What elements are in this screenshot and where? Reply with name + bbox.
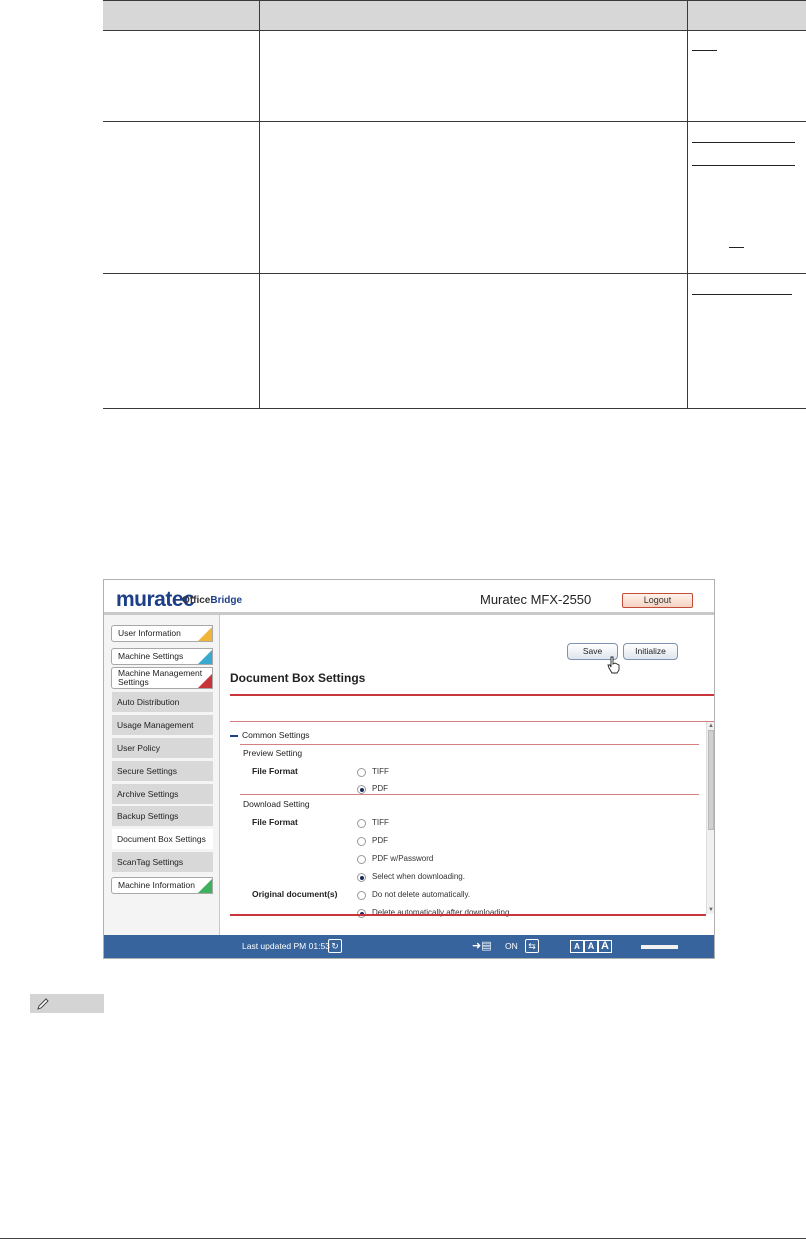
status-bar: Last updated PM 01:53 ↻ ➜▤ ON ⇆ A A A bbox=[104, 935, 714, 958]
tab-label: User Information bbox=[118, 628, 181, 638]
settings-table bbox=[103, 0, 806, 409]
tab-label-line2: Settings bbox=[118, 677, 149, 687]
underline-mark bbox=[729, 247, 744, 248]
section-title: Common Settings bbox=[242, 730, 310, 740]
radio-icon bbox=[357, 891, 366, 900]
radio-icon bbox=[357, 819, 366, 828]
table-rule bbox=[103, 273, 806, 274]
underline-mark bbox=[692, 50, 717, 51]
collapse-icon bbox=[230, 734, 238, 737]
sidebar-item-document-box-settings[interactable]: Document Box Settings bbox=[112, 829, 213, 850]
sidebar-item-user-policy[interactable]: User Policy bbox=[112, 738, 213, 759]
table-column-divider bbox=[259, 0, 260, 409]
underline-mark bbox=[692, 294, 792, 295]
tab-corner-icon bbox=[198, 674, 212, 688]
table-rule bbox=[103, 30, 806, 31]
original-documents-label: Original document(s) bbox=[252, 889, 338, 899]
sidebar-item-usage-management[interactable]: Usage Management bbox=[112, 715, 213, 736]
preview-option-pdf[interactable]: PDF bbox=[357, 784, 388, 794]
tab-machine-information[interactable]: Machine Information bbox=[111, 877, 213, 894]
radio-selected-icon bbox=[357, 873, 366, 882]
table-rule bbox=[103, 0, 806, 1]
radio-icon bbox=[357, 768, 366, 777]
main-content: Save Initialize Document Box Settings Co… bbox=[220, 615, 714, 935]
section-common-settings[interactable]: Common Settings bbox=[230, 730, 310, 740]
progress-bar bbox=[641, 945, 678, 949]
table-column-divider bbox=[687, 0, 688, 409]
tab-corner-icon bbox=[198, 650, 212, 664]
tab-corner-icon bbox=[198, 627, 212, 641]
download-option-pdf-password[interactable]: PDF w/Password bbox=[357, 854, 433, 864]
pencil-icon bbox=[37, 998, 49, 1010]
tab-label: Machine Information bbox=[118, 880, 196, 890]
underline-mark bbox=[692, 165, 795, 166]
page-footer-rule bbox=[0, 1238, 806, 1239]
initialize-button[interactable]: Initialize bbox=[623, 643, 678, 660]
connection-status-text: ON bbox=[505, 941, 518, 951]
app-header: muratec OfficeBridge Muratec MFX-2550 Lo… bbox=[104, 580, 714, 612]
sidebar-item-scantag-settings[interactable]: ScanTag Settings bbox=[112, 852, 213, 873]
vertical-scrollbar[interactable]: ▲ ▼ bbox=[706, 722, 714, 914]
underline-mark bbox=[692, 142, 795, 143]
tab-machine-management-settings[interactable]: Machine Management Settings bbox=[111, 667, 213, 689]
download-option-select-when-downloading[interactable]: Select when downloading. bbox=[357, 872, 465, 882]
radio-icon bbox=[357, 855, 366, 864]
page-title: Document Box Settings bbox=[230, 671, 366, 685]
download-setting-heading: Download Setting bbox=[243, 799, 310, 809]
table-rule bbox=[103, 121, 806, 122]
sidebar-item-secure-settings[interactable]: Secure Settings bbox=[112, 761, 213, 782]
download-option-tiff[interactable]: TIFF bbox=[357, 818, 389, 828]
officebridge-logo: OfficeBridge bbox=[182, 595, 243, 606]
content-bottom-divider bbox=[230, 914, 706, 916]
toggle-icon[interactable]: ⇆ bbox=[525, 939, 539, 953]
divider bbox=[230, 721, 714, 722]
refresh-icon[interactable]: ↻ bbox=[328, 939, 342, 953]
sidebar-item-archive-settings[interactable]: Archive Settings bbox=[112, 784, 213, 805]
tab-corner-icon bbox=[198, 879, 212, 893]
table-rule bbox=[103, 408, 806, 409]
logout-button[interactable]: Logout bbox=[622, 593, 693, 608]
scroll-thumb[interactable] bbox=[708, 730, 714, 830]
radio-icon bbox=[357, 837, 366, 846]
font-size-small-button[interactable]: A bbox=[570, 940, 584, 953]
model-name: Muratec MFX-2550 bbox=[480, 592, 592, 607]
scroll-down-icon[interactable]: ▼ bbox=[707, 906, 714, 914]
preview-option-tiff[interactable]: TIFF bbox=[357, 767, 389, 777]
scroll-up-icon[interactable]: ▲ bbox=[707, 722, 714, 730]
preview-setting-heading: Preview Setting bbox=[243, 748, 303, 758]
note-badge bbox=[30, 994, 104, 1013]
title-divider bbox=[230, 694, 714, 696]
tab-user-information[interactable]: User Information bbox=[111, 625, 213, 642]
last-updated-text: Last updated PM 01:53 bbox=[242, 941, 330, 951]
tab-machine-settings[interactable]: Machine Settings bbox=[111, 648, 213, 665]
download-file-format-label: File Format bbox=[252, 817, 298, 827]
font-size-large-button[interactable]: A bbox=[598, 940, 612, 953]
hand-cursor-icon bbox=[607, 656, 620, 674]
original-option-do-not-delete[interactable]: Do not delete automatically. bbox=[357, 890, 470, 900]
sidebar-item-backup-settings[interactable]: Backup Settings bbox=[112, 806, 213, 827]
sidebar-item-auto-distribution[interactable]: Auto Distribution bbox=[112, 692, 213, 713]
table-header-row bbox=[103, 0, 806, 30]
divider bbox=[240, 794, 699, 795]
download-option-pdf[interactable]: PDF bbox=[357, 836, 388, 846]
tab-label: Machine Settings bbox=[118, 651, 184, 661]
radio-selected-icon bbox=[357, 785, 366, 794]
font-size-medium-button[interactable]: A bbox=[584, 940, 598, 953]
document-box-settings-window: muratec OfficeBridge Muratec MFX-2550 Lo… bbox=[103, 579, 715, 959]
divider bbox=[240, 744, 699, 745]
connection-icon: ➜▤ bbox=[472, 940, 492, 952]
preview-file-format-label: File Format bbox=[252, 766, 298, 776]
sidebar: User Information Machine Settings Machin… bbox=[104, 615, 220, 935]
